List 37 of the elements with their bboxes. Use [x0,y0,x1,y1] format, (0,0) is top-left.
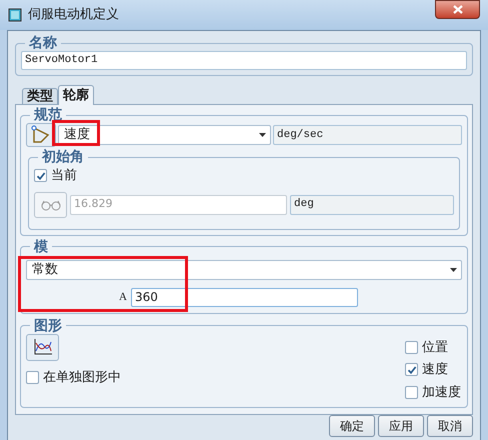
glasses-icon [40,198,62,210]
dropdown[interactable]: 常数 [26,260,462,280]
caret-icon [450,268,457,272]
slope-icon [31,125,51,145]
dialog-button[interactable]: 确定 [329,415,375,437]
param-label: A [119,290,128,305]
group-label: 图形 [33,318,63,334]
checkbox[interactable] [405,386,418,399]
group-label: 名称 [28,35,58,51]
measure-button[interactable] [34,192,67,218]
checkbox[interactable] [405,363,418,376]
profile-tool-button[interactable] [26,123,56,147]
group-label: 模 [32,238,49,254]
checkbox-label: 位置 [422,338,448,356]
graph-button[interactable] [26,334,59,360]
checkbox-label: 在单独图形中 [43,368,121,386]
checkbox[interactable] [26,370,39,384]
checkbox-label: 速度 [422,361,448,379]
window-icon [8,8,22,22]
unit-field: deg/sec [273,125,462,145]
dialog-button[interactable]: 取消 [427,415,473,437]
checkbox[interactable] [405,340,418,354]
close-button[interactable] [435,0,480,19]
dropdown[interactable]: 速度 [58,125,271,145]
checkbox-label: 当前 [51,167,77,185]
window-title: 伺服电动机定义 [28,6,119,24]
name-field[interactable]: ServoMotor1 [21,51,467,70]
param-field[interactable]: 360 [131,288,358,306]
close-icon [452,5,462,14]
checkbox-label: 加速度 [422,384,461,402]
graph-icon [32,338,52,356]
group-label: 初始角 [40,149,85,165]
tab[interactable]: 轮廓 [58,85,94,105]
tab[interactable]: 类型 [22,88,58,104]
caret-icon [259,133,266,137]
unit-field: deg [290,194,454,214]
dialog-button[interactable]: 应用 [378,415,424,437]
